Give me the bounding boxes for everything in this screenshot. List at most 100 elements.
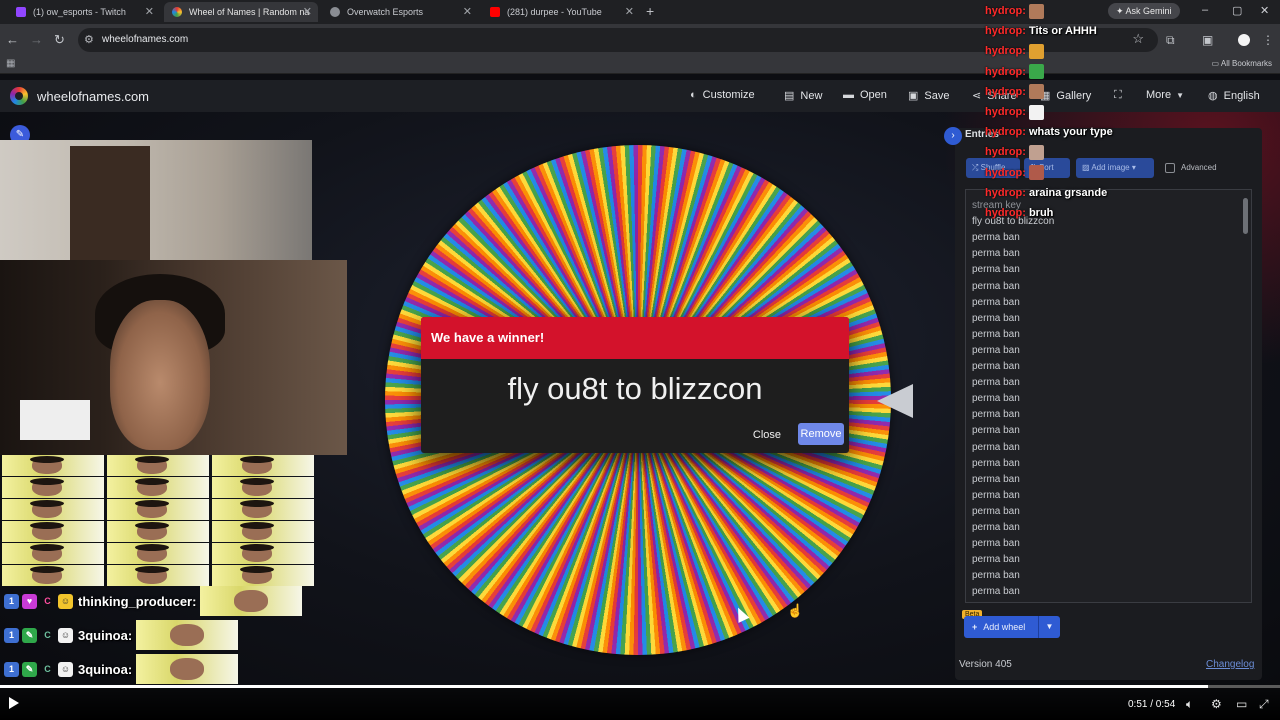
- chat-emote: [212, 521, 314, 542]
- wheel-pointer-icon: [877, 384, 913, 418]
- chat-emote: [136, 654, 239, 684]
- chat-emote: [107, 543, 209, 564]
- settings-gear-icon[interactable]: ⚙: [1211, 697, 1222, 711]
- entry-line: perma ban: [972, 248, 1020, 260]
- play-icon[interactable]: [9, 697, 19, 709]
- entry-line: perma ban: [972, 344, 1020, 356]
- chat-emote: [212, 477, 314, 498]
- chat-emote: [107, 565, 209, 586]
- ask-gemini-button[interactable]: ✦ Ask Gemini: [1108, 3, 1180, 19]
- twitch-icon: [16, 7, 26, 17]
- save-button[interactable]: ▣ Save: [908, 89, 950, 103]
- tab-label: Overwatch Esports: [347, 7, 424, 17]
- chat-emote: [1028, 43, 1044, 59]
- chat-message: hydrop:: [985, 102, 1044, 122]
- badge-icon: ☺: [58, 593, 73, 609]
- extensions-icon[interactable]: ⧉: [1166, 33, 1175, 48]
- profile-avatar[interactable]: [1238, 34, 1250, 46]
- minimize-icon[interactable]: –: [1202, 4, 1208, 16]
- chat-text: bruh: [1028, 207, 1054, 219]
- chat-message: hydrop:: [985, 41, 1044, 61]
- chat-emote: [2, 455, 104, 476]
- chat-username: hydrop:: [985, 5, 1026, 17]
- entries-textarea[interactable]: stream key fly ou8t to blizzcon perma ban p…: [965, 189, 1252, 603]
- chat-message: hydrop:: [985, 163, 1044, 183]
- chat-username: 3quinoa:: [78, 661, 133, 677]
- miniplayer-icon[interactable]: ▭: [1236, 697, 1247, 711]
- browser-tab-overwatch[interactable]: Overwatch Esports ✕: [322, 2, 478, 22]
- entry-line: perma ban: [972, 505, 1020, 517]
- entry-line: perma ban: [972, 393, 1020, 405]
- bookmark-star-icon[interactable]: ☆: [1132, 31, 1144, 47]
- badge-icon: C: [44, 663, 51, 674]
- chat-emote: [212, 455, 314, 476]
- fullscreen-icon[interactable]: ⤢: [1259, 697, 1269, 712]
- close-window-icon[interactable]: ✕: [1260, 4, 1269, 17]
- bookmarks-bar: ▦ ▭ All Bookmarks: [0, 56, 1280, 74]
- reload-icon[interactable]: ↻: [54, 32, 65, 48]
- side-panel-icon[interactable]: ▣: [1202, 33, 1213, 47]
- add-wheel-label: Add wheel: [983, 622, 1026, 632]
- browser-tab-wheel-of-names[interactable]: Wheel of Names | Random nam ✕: [164, 2, 318, 22]
- customize-button[interactable]: ◐ Customize: [690, 89, 755, 101]
- ask-gemini-label: Ask Gemini: [1125, 6, 1172, 16]
- back-icon[interactable]: ←: [6, 32, 19, 47]
- customize-label: Customize: [702, 89, 755, 101]
- volume-icon[interactable]: 🔈︎: [1186, 697, 1193, 712]
- new-tab-icon[interactable]: +: [646, 3, 654, 19]
- close-button[interactable]: Close: [753, 429, 781, 441]
- more-button[interactable]: More ▼: [1146, 89, 1184, 101]
- entry-line: perma ban: [972, 232, 1020, 244]
- add-image-button[interactable]: ▨ Add image ▾: [1076, 158, 1154, 178]
- chat-message: hydrop: whats your type: [985, 122, 1113, 142]
- chevron-down-icon: ▼: [1176, 90, 1184, 100]
- gallery-button[interactable]: ▦ Gallery: [1040, 89, 1091, 103]
- close-tab-icon[interactable]: ✕: [303, 5, 312, 18]
- badge-icon: C: [44, 595, 51, 606]
- add-wheel-dropdown-icon[interactable]: ▼: [1038, 616, 1060, 638]
- chat-emote: [107, 455, 209, 476]
- fullscreen-button[interactable]: ⛶: [1114, 89, 1128, 102]
- apps-grid-icon[interactable]: ▦: [6, 58, 15, 69]
- winner-name: fly ou8t to blizzcon: [507, 371, 763, 406]
- site-name[interactable]: wheelofnames.com: [37, 89, 149, 104]
- all-bookmarks-link[interactable]: ▭ All Bookmarks: [1212, 59, 1272, 68]
- save-label: Save: [924, 89, 950, 102]
- chat-username: hydrop:: [985, 126, 1026, 139]
- site-logo-icon[interactable]: [10, 87, 28, 105]
- chat-emote: [200, 586, 303, 616]
- webcam-light-patch: [20, 400, 90, 440]
- close-tab-icon[interactable]: ✕: [625, 5, 634, 18]
- webcam-background-feed: [0, 140, 312, 260]
- chat-emote: [2, 499, 104, 520]
- chat-username: hydrop:: [985, 146, 1026, 159]
- new-button[interactable]: ▤ New: [784, 89, 822, 103]
- tab-label: (281) durpee - YouTube: [507, 7, 602, 17]
- badge-icon: ☺: [58, 627, 73, 643]
- forward-icon[interactable]: →: [30, 32, 43, 47]
- entry-line: perma ban: [972, 296, 1020, 308]
- browser-tab-twitch[interactable]: (1) ow_esports - Twitch ✕: [8, 2, 160, 22]
- overwatch-icon: [330, 7, 340, 17]
- remove-button[interactable]: Remove: [798, 423, 844, 445]
- badge-icon: ♥: [22, 593, 37, 609]
- close-tab-icon[interactable]: ✕: [145, 5, 154, 18]
- entries-scrollbar[interactable]: [1243, 198, 1248, 234]
- changelog-link[interactable]: Changelog: [1206, 659, 1254, 670]
- badge-icon: 1: [4, 661, 19, 677]
- add-wheel-button[interactable]: + Add wheel ▼: [964, 616, 1060, 638]
- language-button[interactable]: ◍ English: [1208, 89, 1260, 103]
- add-image-label: Add image: [1091, 163, 1130, 172]
- browser-menu-icon[interactable]: ⋮: [1262, 33, 1274, 47]
- advanced-checkbox[interactable]: [1165, 163, 1175, 173]
- collapse-panel-icon[interactable]: ›: [944, 127, 962, 145]
- maximize-icon[interactable]: ▢: [1232, 4, 1242, 17]
- entry-line: perma ban: [972, 603, 1020, 604]
- browser-tab-youtube[interactable]: (281) durpee - YouTube ✕: [482, 2, 640, 22]
- close-tab-icon[interactable]: ✕: [463, 5, 472, 18]
- open-button[interactable]: ▬ Open: [843, 89, 887, 101]
- site-info-icon[interactable]: ⚙: [84, 33, 94, 46]
- chat-emote: [1028, 165, 1044, 181]
- chat-text: whats your type: [1028, 126, 1113, 139]
- chat-message: hydrop:: [985, 82, 1044, 102]
